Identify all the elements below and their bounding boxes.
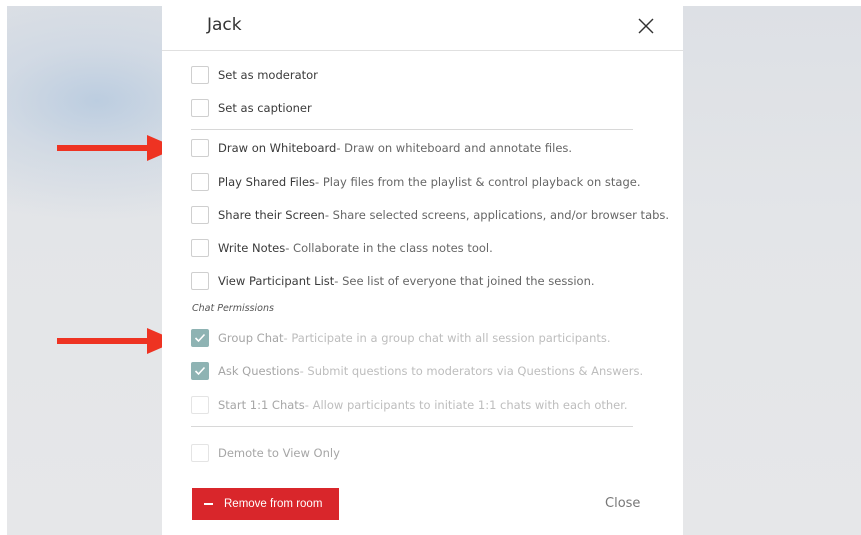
whiteboard-permission[interactable]: Draw on Whiteboard - Draw on whiteboard … xyxy=(191,137,572,159)
permission-description: - Share selected screens, applications, … xyxy=(324,208,670,222)
captioner-option[interactable]: Set as captioner xyxy=(191,97,312,119)
permission-label: Play Shared Files xyxy=(218,175,316,189)
ask-questions-checkbox[interactable] xyxy=(191,362,209,380)
option-label: Set as captioner xyxy=(218,101,312,115)
permission-description: - Collaborate in the class notes tool. xyxy=(285,241,493,255)
whiteboard-checkbox[interactable] xyxy=(191,139,209,157)
share-screen-permission[interactable]: Share their Screen - Share selected scre… xyxy=(191,204,669,226)
permission-label: Group Chat xyxy=(218,331,284,345)
close-button[interactable]: Close xyxy=(605,496,640,511)
option-label: Demote to View Only xyxy=(218,446,340,460)
participant-list-checkbox[interactable] xyxy=(191,272,209,290)
permission-label: Share their Screen xyxy=(218,208,325,222)
permission-label: View Participant List xyxy=(218,274,335,288)
direct-chats-checkbox[interactable] xyxy=(191,396,209,414)
participant-permissions-dialog: Jack Set as moderator Set as captioner D… xyxy=(162,6,683,535)
group-chat-checkbox[interactable] xyxy=(191,329,209,347)
moderator-option[interactable]: Set as moderator xyxy=(191,64,318,86)
write-notes-checkbox[interactable] xyxy=(191,239,209,257)
checkmark-icon xyxy=(194,366,206,376)
shared-files-checkbox[interactable] xyxy=(191,173,209,191)
permission-description: - Submit questions to moderators via Que… xyxy=(299,364,644,378)
write-notes-permission[interactable]: Write Notes - Collaborate in the class n… xyxy=(191,237,493,259)
shared-files-permission[interactable]: Play Shared Files - Play files from the … xyxy=(191,171,641,193)
demote-option[interactable]: Demote to View Only xyxy=(191,442,340,464)
demote-checkbox[interactable] xyxy=(191,444,209,462)
minus-icon xyxy=(204,503,213,505)
remove-button-label: Remove from room xyxy=(224,498,323,510)
permission-description: - Play files from the playlist & control… xyxy=(315,175,641,189)
participant-list-permission[interactable]: View Participant List - See list of ever… xyxy=(191,270,595,292)
dialog-title: Jack xyxy=(207,15,242,35)
ask-questions-permission[interactable]: Ask Questions - Submit questions to mode… xyxy=(191,360,643,382)
divider xyxy=(191,426,633,427)
option-label: Set as moderator xyxy=(218,68,318,82)
direct-chats-permission[interactable]: Start 1:1 Chats - Allow participants to … xyxy=(191,394,628,416)
moderator-checkbox[interactable] xyxy=(191,66,209,84)
chat-permissions-heading: Chat Permissions xyxy=(192,303,274,314)
permission-description: - Participate in a group chat with all s… xyxy=(283,331,611,345)
permission-label: Draw on Whiteboard xyxy=(218,141,337,155)
permission-description: - Draw on whiteboard and annotate files. xyxy=(336,141,573,155)
divider xyxy=(191,129,633,130)
dialog-header: Jack xyxy=(162,6,683,51)
annotation-arrow-group-chat xyxy=(57,328,177,354)
share-screen-checkbox[interactable] xyxy=(191,206,209,224)
group-chat-permission[interactable]: Group Chat - Participate in a group chat… xyxy=(191,327,611,349)
permission-label: Ask Questions xyxy=(218,364,300,378)
remove-from-room-button[interactable]: Remove from room xyxy=(192,488,339,520)
annotation-arrow-whiteboard xyxy=(57,135,177,161)
permission-label: Write Notes xyxy=(218,241,286,255)
checkmark-icon xyxy=(194,333,206,343)
close-x-icon[interactable] xyxy=(635,15,657,37)
captioner-checkbox[interactable] xyxy=(191,99,209,117)
permission-description: - See list of everyone that joined the s… xyxy=(334,274,595,288)
permission-description: - Allow participants to initiate 1:1 cha… xyxy=(304,398,628,412)
permission-label: Start 1:1 Chats xyxy=(218,398,305,412)
